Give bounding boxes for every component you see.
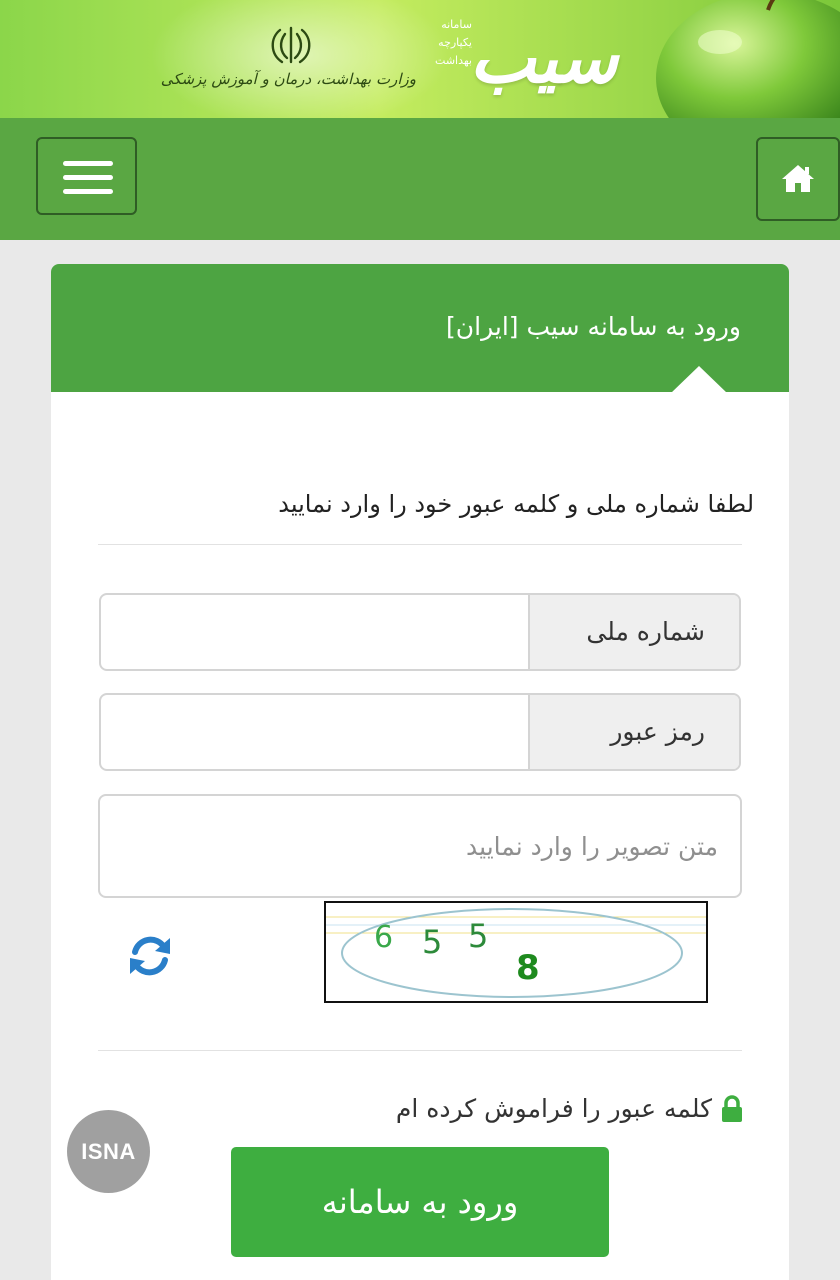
system-line-3: بهداشت bbox=[435, 54, 472, 67]
hamburger-menu-button[interactable] bbox=[36, 137, 137, 215]
sib-logo: سیب bbox=[469, 16, 618, 99]
captcha-digit-2: 5 bbox=[422, 923, 442, 961]
iran-emblem-icon bbox=[271, 26, 311, 64]
home-icon bbox=[782, 165, 814, 192]
divider-bottom bbox=[98, 1050, 742, 1051]
captcha-input[interactable] bbox=[98, 794, 742, 898]
panel-title: ورود به سامانه سیب [ایران] bbox=[446, 312, 741, 341]
header-notch bbox=[671, 366, 727, 393]
forgot-password-link[interactable]: کلمه عبور را فراموش کرده ام bbox=[396, 1094, 744, 1123]
system-name-lines: سامانه یکپارچه بهداشت bbox=[410, 16, 472, 70]
panel-header: ورود به سامانه سیب [ایران] bbox=[51, 264, 789, 393]
login-instruction: لطفا شماره ملی و کلمه عبور خود را وارد ن… bbox=[278, 490, 754, 518]
national-id-input[interactable] bbox=[101, 595, 530, 669]
captcha-digit-3: 5 bbox=[468, 917, 488, 955]
national-id-field: شماره ملی bbox=[99, 593, 741, 671]
captcha-image: 6 5 5 8 bbox=[324, 901, 708, 1003]
hamburger-line-2 bbox=[63, 175, 113, 180]
header-banner: وزارت بهداشت، درمان و آموزش پزشکی سامانه… bbox=[0, 0, 840, 118]
hamburger-line-3 bbox=[63, 189, 113, 194]
system-line-2: یکپارچه bbox=[438, 36, 472, 49]
hamburger-menu-icon bbox=[63, 161, 113, 166]
national-id-label: شماره ملی bbox=[528, 595, 739, 669]
password-field: رمز عبور bbox=[99, 693, 741, 771]
apple-icon bbox=[656, 0, 840, 118]
login-panel: ورود به سامانه سیب [ایران] bbox=[51, 264, 789, 1280]
captcha-digit-4: 8 bbox=[516, 948, 540, 988]
system-line-1: سامانه bbox=[441, 18, 472, 31]
password-label: رمز عبور bbox=[528, 695, 739, 769]
forgot-password-text: کلمه عبور را فراموش کرده ام bbox=[395, 1094, 712, 1123]
home-button[interactable] bbox=[756, 137, 840, 221]
captcha-digit-1: 6 bbox=[374, 920, 393, 955]
ministry-text: وزارت بهداشت، درمان و آموزش پزشکی bbox=[160, 70, 416, 88]
isna-watermark: ISNA bbox=[67, 1110, 150, 1193]
captcha-graphic: 6 5 5 8 bbox=[326, 908, 706, 998]
lock-icon bbox=[722, 1094, 742, 1122]
refresh-captcha-icon[interactable] bbox=[126, 932, 174, 980]
login-button[interactable]: ورود به سامانه bbox=[231, 1147, 609, 1257]
divider-top bbox=[98, 544, 742, 545]
password-input[interactable] bbox=[101, 695, 530, 769]
